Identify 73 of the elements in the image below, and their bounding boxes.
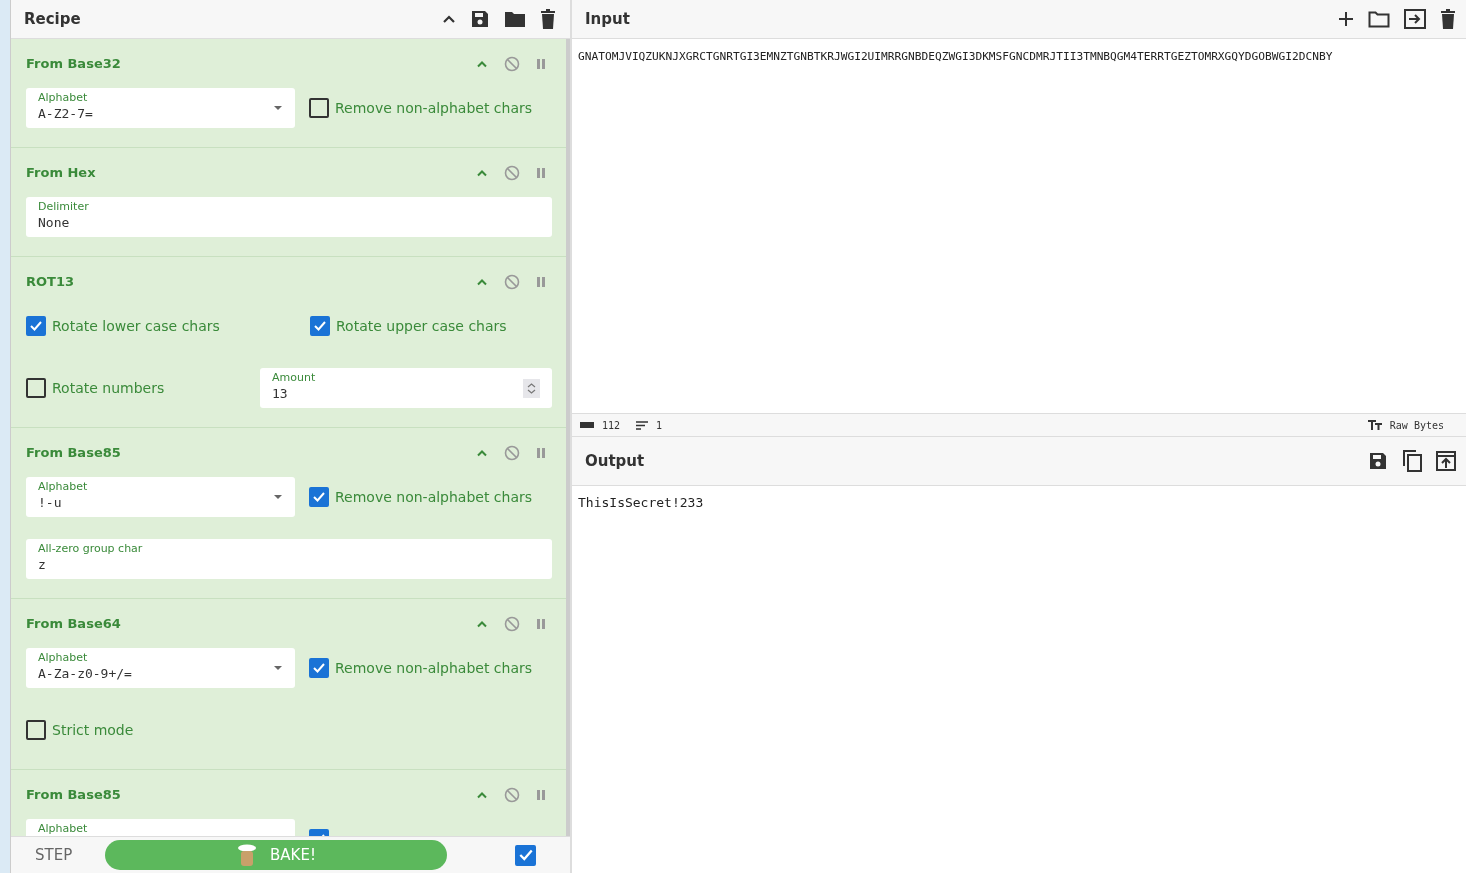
select-field[interactable]: Alphabet A-Z2-7= [26, 88, 295, 128]
caret-icon [273, 494, 283, 500]
font-icon[interactable] [1367, 420, 1382, 430]
copy-icon[interactable] [1402, 450, 1422, 472]
checkbox[interactable] [309, 487, 329, 507]
collapse-icon[interactable] [442, 14, 456, 24]
checkbox-label: Strict mode [52, 722, 134, 738]
input-field[interactable]: Delimiter None [26, 197, 552, 237]
checkmark-icon [517, 848, 534, 862]
disable-icon[interactable] [504, 164, 520, 181]
disable-icon[interactable] [504, 444, 520, 461]
checkbox[interactable] [26, 316, 46, 336]
checkmark-icon [312, 662, 326, 674]
chef-icon [236, 844, 259, 866]
spinner-icon[interactable] [523, 378, 540, 398]
checkbox-label: Rotate lower case chars [52, 318, 220, 334]
checkbox[interactable] [26, 720, 46, 740]
pause-icon[interactable] [536, 57, 546, 70]
checkbox-label: Rotate numbers [52, 380, 165, 396]
pause-icon[interactable] [536, 617, 546, 630]
input-field[interactable]: Amount 13 [260, 368, 552, 408]
panel-title: Recipe [24, 10, 81, 28]
select-field[interactable]: Alphabet !-u [26, 477, 295, 517]
line-count: 1 [656, 419, 663, 431]
output-text: ThisIsSecret!233 [578, 495, 704, 510]
operation-title: From Hex [26, 165, 96, 180]
checkmark-icon [312, 491, 326, 503]
disable-icon[interactable] [504, 615, 520, 632]
checkbox[interactable] [310, 316, 330, 336]
pause-icon[interactable] [536, 166, 546, 179]
operation-title: From Base32 [26, 56, 121, 71]
checkbox-label: Remove non-alphabet chars [335, 100, 533, 116]
import-icon[interactable] [1404, 9, 1426, 29]
pause-icon[interactable] [536, 788, 546, 801]
checkbox-label: Remove non-alphabet chars [335, 660, 533, 676]
save-icon[interactable] [470, 9, 490, 29]
pause-icon[interactable] [536, 446, 546, 459]
save-icon[interactable] [1368, 451, 1388, 471]
replace-input-icon[interactable] [1436, 451, 1456, 471]
checkbox[interactable] [309, 658, 329, 678]
input-text[interactable]: GNATOMJVIQZUKNJXGRCTGNRTGI3EMNZTGNBTKRJWGI2UIMRRGNBDEQZWGI3DKMSFGNCDMRJTII3TMNBQGM4TERRTGEZTOMRXGQYDGOBWGI2DCNBY [578, 50, 1333, 63]
panel-title: Output [585, 452, 645, 470]
select-field[interactable]: Alphabet [26, 819, 295, 836]
checkbox-label: Rotate upper case chars [336, 318, 507, 334]
checkmark-icon [29, 320, 43, 332]
trash-icon[interactable] [540, 9, 556, 29]
caret-icon [273, 105, 283, 111]
operation-title: ROT13 [26, 274, 75, 289]
auto-bake-checkbox[interactable] [515, 844, 536, 866]
panel-title: Input [585, 10, 630, 28]
folder-icon[interactable] [504, 10, 526, 28]
disable-icon[interactable] [504, 786, 520, 803]
operation-title: From Base85 [26, 445, 121, 460]
disable-icon[interactable] [504, 273, 520, 290]
checkmark-icon [313, 320, 327, 332]
disable-icon[interactable] [504, 55, 520, 72]
trash-icon[interactable] [1440, 9, 1456, 29]
checkbox-label: Remove non-alphabet chars [335, 489, 533, 505]
caret-icon [273, 665, 283, 671]
select-field[interactable]: Alphabet A-Za-z0-9+/= [26, 648, 295, 688]
format-label[interactable]: Raw Bytes [1389, 419, 1444, 431]
input-field[interactable]: All-zero group char z [26, 539, 552, 579]
pause-icon[interactable] [536, 275, 546, 288]
length-count: 112 [602, 419, 621, 431]
plus-icon[interactable] [1338, 11, 1354, 27]
checkbox[interactable] [309, 98, 329, 118]
length-icon [580, 422, 594, 428]
step-button[interactable]: STEP [35, 846, 105, 864]
operation-title: From Base64 [26, 616, 121, 631]
checkbox[interactable] [26, 378, 46, 398]
folder-icon[interactable] [1368, 10, 1390, 28]
operation-title: From Base85 [26, 787, 121, 802]
lines-icon [636, 420, 649, 430]
